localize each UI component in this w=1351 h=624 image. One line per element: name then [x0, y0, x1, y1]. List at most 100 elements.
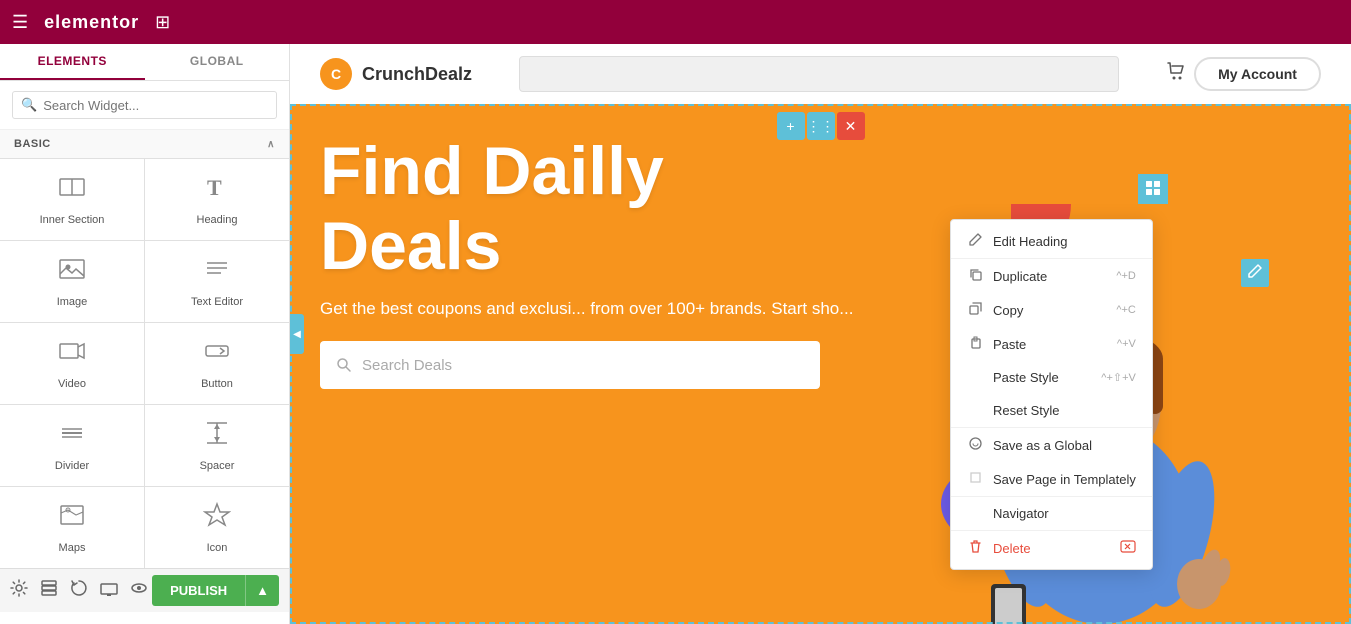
context-menu: Edit Heading Duplicate ^+D	[950, 219, 1153, 570]
widget-divider[interactable]: Divider	[0, 405, 144, 486]
paste-icon	[967, 336, 983, 352]
context-copy-left: Copy	[967, 302, 1023, 318]
video-icon	[58, 337, 86, 372]
copy-icon	[967, 302, 983, 318]
widget-label-button: Button	[201, 378, 233, 390]
section-basic[interactable]: BASIC ∧	[0, 130, 289, 158]
text-editor-icon	[203, 255, 231, 290]
widget-label-video: Video	[58, 378, 86, 390]
context-paste[interactable]: Paste ^+V	[951, 327, 1152, 361]
edit-handle[interactable]	[1138, 174, 1168, 204]
top-bar-left: ☰ elementor ⊞	[12, 12, 170, 33]
heading-line2: Deals	[320, 208, 501, 284]
widget-button[interactable]: Button	[145, 323, 289, 404]
logo-area: C CrunchDealz	[320, 58, 472, 90]
divider-icon	[58, 419, 86, 454]
my-account-button[interactable]: My Account	[1194, 57, 1321, 91]
context-duplicate[interactable]: Duplicate ^+D	[951, 258, 1152, 293]
context-delete[interactable]: Delete	[951, 530, 1152, 565]
section-basic-label: BASIC	[14, 138, 51, 150]
image-icon	[58, 255, 86, 290]
bottom-toolbar: PUBLISH ▲	[0, 568, 289, 612]
cart-icon[interactable]	[1165, 60, 1187, 88]
responsive-icon[interactable]	[100, 579, 118, 602]
widget-label-icon: Icon	[207, 542, 228, 554]
logo-circle: C	[320, 58, 352, 90]
grid-icon[interactable]: ⊞	[155, 12, 170, 33]
context-paste-left: Paste	[967, 336, 1026, 352]
sidebar: ELEMENTS GLOBAL 🔍 BASIC ∧ Inner Section	[0, 44, 290, 624]
add-section-button[interactable]: +	[777, 112, 805, 140]
section-toolbar: + ⋮⋮ ✕	[777, 112, 865, 140]
context-navigator-left: Navigator	[967, 506, 1049, 521]
preview-header: C CrunchDealz My Account	[290, 44, 1351, 104]
widget-label-inner-section: Inner Section	[40, 214, 105, 226]
delete-section-button[interactable]: ✕	[837, 112, 865, 140]
widget-label-text-editor: Text Editor	[191, 296, 243, 308]
templately-icon	[967, 471, 983, 487]
duplicate-shortcut: ^+D	[1116, 270, 1136, 282]
context-reset-style[interactable]: Reset Style	[951, 394, 1152, 427]
page-preview: C CrunchDealz My Account + ⋮⋮ ✕	[290, 44, 1351, 624]
context-copy[interactable]: Copy ^+C	[951, 293, 1152, 327]
move-section-button[interactable]: ⋮⋮	[807, 112, 835, 140]
paste-style-shortcut: ^+⇧+V	[1101, 371, 1136, 384]
heading-icon: T	[203, 173, 231, 208]
delete-icon	[967, 540, 983, 556]
top-bar: ☰ elementor ⊞	[0, 0, 1351, 44]
widget-inner-section[interactable]: Inner Section	[0, 159, 144, 240]
context-navigator[interactable]: Navigator	[951, 496, 1152, 530]
layers-icon[interactable]	[40, 579, 58, 602]
context-save-templately[interactable]: Save Page in Templately	[951, 462, 1152, 496]
eye-icon[interactable]	[130, 579, 148, 602]
bottom-icons	[10, 579, 148, 602]
elementor-logo: elementor	[44, 12, 139, 33]
tab-elements[interactable]: ELEMENTS	[0, 44, 145, 80]
publish-dropdown-button[interactable]: ▲	[245, 575, 279, 606]
tab-global[interactable]: GLOBAL	[145, 44, 290, 80]
context-paste-style-label: Paste Style	[993, 370, 1059, 385]
widget-label-maps: Maps	[59, 542, 86, 554]
search-area: 🔍	[0, 81, 289, 130]
delete-keyboard-icon	[1120, 540, 1136, 556]
svg-text:T: T	[207, 175, 222, 200]
settings-icon[interactable]	[10, 579, 28, 602]
edit-handle-icon	[1145, 180, 1161, 199]
widget-spacer[interactable]: Spacer	[145, 405, 289, 486]
edit-heading-icon	[967, 233, 983, 249]
widget-heading[interactable]: T Heading	[145, 159, 289, 240]
duplicate-icon	[967, 268, 983, 284]
context-edit-heading[interactable]: Edit Heading	[951, 224, 1152, 258]
context-copy-label: Copy	[993, 303, 1023, 318]
spacer-icon	[203, 419, 231, 454]
context-save-global-label: Save as a Global	[993, 438, 1092, 453]
context-save-global[interactable]: Save as a Global	[951, 427, 1152, 462]
context-save-templately-label: Save Page in Templately	[993, 472, 1136, 487]
heading-line1: Find Dailly	[320, 133, 664, 209]
widget-image[interactable]: Image	[0, 241, 144, 322]
history-icon[interactable]	[70, 579, 88, 602]
sidebar-collapse-button[interactable]: ◀	[290, 314, 304, 354]
header-search-bar[interactable]	[519, 56, 1119, 92]
widget-video[interactable]: Video	[0, 323, 144, 404]
sidebar-tabs: ELEMENTS GLOBAL	[0, 44, 289, 81]
search-input[interactable]	[43, 98, 268, 113]
button-icon	[203, 337, 231, 372]
search-deals-bar[interactable]: Search Deals	[320, 341, 820, 389]
context-edit-heading-left: Edit Heading	[967, 233, 1067, 249]
context-reset-style-left: Reset Style	[967, 403, 1059, 418]
icon-widget-icon	[203, 501, 231, 536]
main-layout: ELEMENTS GLOBAL 🔍 BASIC ∧ Inner Section	[0, 44, 1351, 624]
context-paste-style[interactable]: Paste Style ^+⇧+V	[951, 361, 1152, 394]
context-paste-style-left: Paste Style	[967, 370, 1059, 385]
publish-button[interactable]: PUBLISH	[152, 575, 245, 606]
widget-text-editor[interactable]: Text Editor	[145, 241, 289, 322]
widget-icon[interactable]: Icon	[145, 487, 289, 568]
context-duplicate-label: Duplicate	[993, 269, 1047, 284]
hamburger-icon[interactable]: ☰	[12, 12, 28, 33]
image-edit-handle[interactable]	[1241, 259, 1269, 287]
search-deals-placeholder: Search Deals	[362, 357, 452, 374]
publish-group: PUBLISH ▲	[152, 575, 279, 606]
context-reset-style-label: Reset Style	[993, 403, 1059, 418]
widget-maps[interactable]: Maps	[0, 487, 144, 568]
